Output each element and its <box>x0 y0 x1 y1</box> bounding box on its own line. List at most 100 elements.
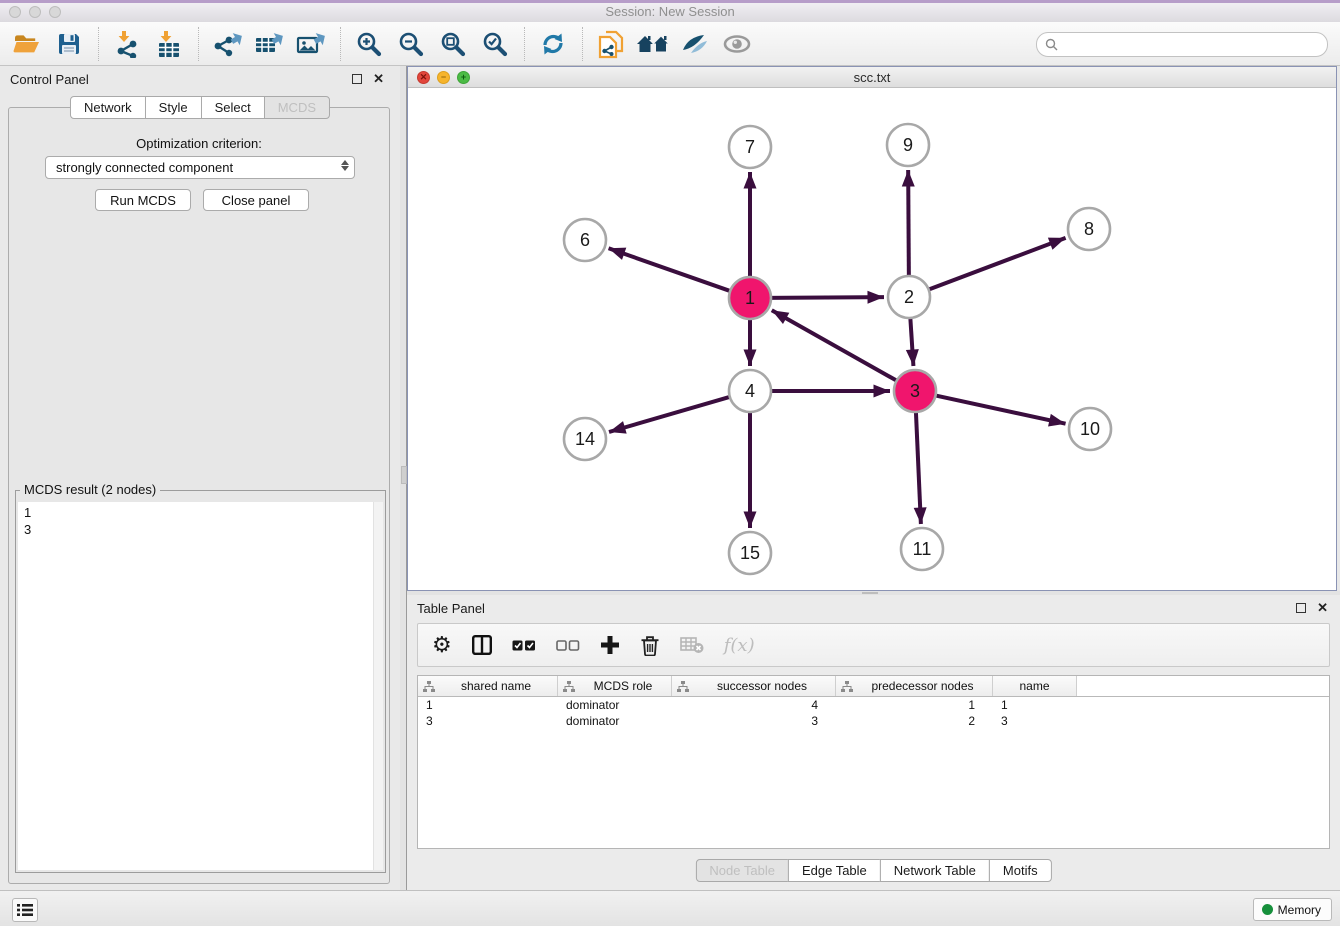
column-header-MCDS-role[interactable]: MCDS role <box>558 676 672 696</box>
graph-node-label: 7 <box>745 137 755 157</box>
close-panel-icon[interactable]: ✕ <box>1317 600 1328 616</box>
column-tree-icon <box>841 681 853 692</box>
graph-edge-3-1[interactable] <box>772 310 899 381</box>
column-header-predecessor-nodes[interactable]: predecessor nodes <box>836 676 993 696</box>
window-accent-strip <box>0 0 1340 3</box>
tab-edge-table[interactable]: Edge Table <box>788 859 881 882</box>
vertical-splitter[interactable] <box>400 66 407 890</box>
result-scrollbar[interactable] <box>373 502 383 870</box>
refresh-layout-button[interactable] <box>536 27 570 61</box>
column-header-name[interactable]: name <box>993 676 1077 696</box>
export-network-button[interactable] <box>210 27 244 61</box>
table-panel-tabs: Node Table Edge Table Network Table Moti… <box>695 859 1051 882</box>
close-panel-button[interactable]: Close panel <box>203 189 309 211</box>
task-history-button[interactable] <box>12 898 38 922</box>
graph-edge-2-8[interactable] <box>927 238 1066 290</box>
add-icon <box>600 635 620 655</box>
graph-edge-4-14[interactable] <box>609 396 732 432</box>
zoom-in-button[interactable] <box>352 27 386 61</box>
graph-node-label: 6 <box>580 230 590 250</box>
graph-edge-1-6[interactable] <box>609 248 732 291</box>
graph-edge-2-9[interactable] <box>908 170 909 278</box>
delete-button[interactable] <box>640 631 660 659</box>
zoom-selected-button[interactable] <box>478 27 512 61</box>
import-network-icon <box>113 30 141 58</box>
column-header-label: name <box>993 679 1076 693</box>
table-cell: 1 <box>993 698 1077 712</box>
graph-edge-2-3[interactable] <box>910 316 913 366</box>
zoom-out-button[interactable] <box>394 27 428 61</box>
tab-motifs[interactable]: Motifs <box>989 859 1052 882</box>
function-builder-icon: f(x) <box>724 635 755 656</box>
open-session-icon <box>13 32 41 56</box>
column-header-label: shared name <box>435 679 557 693</box>
save-session-button[interactable] <box>52 27 86 61</box>
column-header-successor-nodes[interactable]: successor nodes <box>672 676 836 696</box>
tab-mcds[interactable]: MCDS <box>264 96 330 119</box>
import-table-icon <box>155 30 183 58</box>
table-cell: 1 <box>836 698 993 712</box>
save-session-icon <box>57 32 81 56</box>
graph-edge-1-2[interactable] <box>769 297 884 298</box>
control-panel-title: Control Panel <box>10 72 89 87</box>
show-networks-home-icon <box>636 32 670 56</box>
export-table-button[interactable] <box>252 27 286 61</box>
float-panel-icon[interactable] <box>352 74 362 84</box>
graph-node-label: 11 <box>913 539 932 559</box>
zoom-fit-button[interactable] <box>436 27 470 61</box>
criterion-dropdown[interactable]: strongly connected component <box>45 156 355 179</box>
tab-select[interactable]: Select <box>201 96 265 119</box>
node-attribute-table: shared name MCDS rolesuccessor nodesprede… <box>417 675 1330 849</box>
close-panel-icon[interactable]: ✕ <box>373 71 384 87</box>
show-eye-button[interactable] <box>720 27 754 61</box>
table-row[interactable]: 3dominator323 <box>418 713 1329 729</box>
graph-node-label: 2 <box>904 287 914 307</box>
show-networks-home-button[interactable] <box>636 27 670 61</box>
destroy-table-button[interactable] <box>680 631 704 659</box>
column-tree-icon <box>677 681 689 692</box>
import-table-button[interactable] <box>152 27 186 61</box>
deselect-all-button[interactable] <box>556 631 580 659</box>
tab-network[interactable]: Network <box>70 96 146 119</box>
control-panel: Control Panel ✕ Network Style Select MCD… <box>0 66 400 890</box>
float-panel-icon[interactable] <box>1296 603 1306 613</box>
toolbar-separator <box>98 27 100 61</box>
gear-button[interactable]: ⚙ <box>432 631 452 659</box>
export-image-button[interactable] <box>294 27 328 61</box>
column-tree-icon <box>423 681 435 692</box>
table-toolbar: ⚙ <box>417 623 1330 667</box>
tab-node-table[interactable]: Node Table <box>695 859 789 882</box>
table-cell: 1 <box>418 698 558 712</box>
splitter-grip[interactable] <box>862 592 878 594</box>
memory-status-icon <box>1262 904 1273 915</box>
add-button[interactable] <box>600 631 620 659</box>
mcds-result-area[interactable]: 1 3 <box>18 502 383 870</box>
column-header-shared-name[interactable]: shared name <box>418 676 558 696</box>
network-view-window: ✕ − + scc.txt 1234678910111415 <box>407 66 1337 591</box>
select-all-button[interactable] <box>512 631 536 659</box>
memory-button[interactable]: Memory <box>1253 898 1332 921</box>
column-tree-icon <box>563 681 575 692</box>
function-builder-button[interactable]: f(x) <box>724 631 755 659</box>
export-network-icon <box>212 30 242 58</box>
export-table-icon <box>254 30 284 58</box>
zoom-out-icon <box>398 31 424 57</box>
table-cell: 3 <box>993 714 1077 728</box>
tab-network-table[interactable]: Network Table <box>880 859 990 882</box>
network-canvas[interactable]: 1234678910111415 <box>408 88 1336 590</box>
run-mcds-button[interactable]: Run MCDS <box>95 189 191 211</box>
column-visibility-button[interactable] <box>472 631 492 659</box>
table-panel: Table Panel ✕ ⚙ <box>407 595 1340 890</box>
duplicate-network-button[interactable] <box>594 27 628 61</box>
import-network-button[interactable] <box>110 27 144 61</box>
search-input[interactable] <box>1062 37 1327 53</box>
column-header-label: MCDS role <box>575 679 671 693</box>
open-session-button[interactable] <box>10 27 44 61</box>
table-row[interactable]: 1dominator411 <box>418 697 1329 713</box>
graph-edge-3-11[interactable] <box>916 410 921 524</box>
mcds-result-box: MCDS result (2 nodes) 1 3 <box>15 490 386 873</box>
tab-style[interactable]: Style <box>145 96 202 119</box>
search-box[interactable] <box>1036 32 1328 57</box>
hide-eye-button[interactable] <box>678 27 712 61</box>
graph-edge-3-10[interactable] <box>934 395 1066 424</box>
